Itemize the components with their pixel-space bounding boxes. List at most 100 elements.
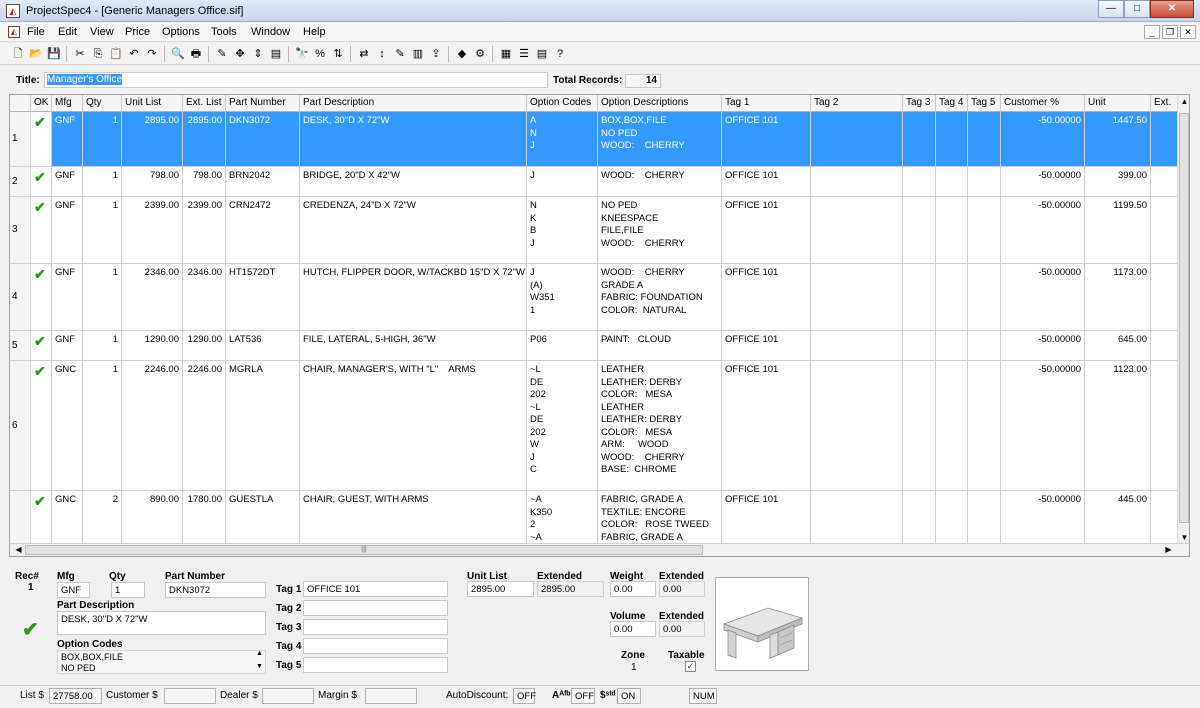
cell-cust[interactable]: -50.00000 bbox=[1001, 491, 1085, 550]
cell-qty[interactable]: 1 bbox=[83, 112, 122, 166]
export-icon[interactable]: ⇪ bbox=[428, 46, 444, 62]
undo-icon[interactable]: ↶ bbox=[126, 46, 142, 62]
cell-tag3[interactable] bbox=[903, 491, 936, 550]
cell-unit[interactable]: 445.00 bbox=[1085, 491, 1151, 550]
column-header[interactable]: Tag 3 bbox=[903, 95, 936, 112]
column-header[interactable]: Tag 4 bbox=[936, 95, 968, 112]
cell-cust[interactable]: -50.00000 bbox=[1001, 331, 1085, 360]
cell-tag1[interactable]: OFFICE 101 bbox=[722, 197, 811, 263]
cell-desc[interactable]: BRIDGE, 20"D X 42"W bbox=[300, 167, 527, 196]
open-folder-icon[interactable]: 📂 bbox=[28, 46, 44, 62]
cell-codes[interactable]: J bbox=[527, 167, 598, 196]
cell-ext-list[interactable]: 1780.00 bbox=[183, 491, 226, 550]
cell-part[interactable]: MGRLA bbox=[226, 361, 300, 490]
cell-ext[interactable] bbox=[1151, 361, 1179, 490]
cell-qty[interactable]: 1 bbox=[83, 331, 122, 360]
column-header[interactable]: Customer % bbox=[1001, 95, 1085, 112]
cell-desc[interactable]: CREDENZA, 24"D X 72"W bbox=[300, 197, 527, 263]
ok-cell[interactable]: ✔ bbox=[31, 361, 52, 490]
cell-qty[interactable]: 1 bbox=[83, 264, 122, 330]
row-selector[interactable]: 5 bbox=[10, 331, 31, 360]
tag5-field[interactable] bbox=[303, 657, 448, 673]
menu-edit[interactable]: Edit bbox=[58, 26, 77, 38]
part-description-field[interactable]: DESK, 30"D X 72"W bbox=[57, 611, 266, 635]
column-header[interactable]: Ext. bbox=[1151, 95, 1179, 112]
cell-tag4[interactable] bbox=[936, 264, 968, 330]
column-header[interactable]: Mfg bbox=[52, 95, 83, 112]
tag4-field[interactable] bbox=[303, 638, 448, 654]
ok-cell[interactable]: ✔ bbox=[31, 197, 52, 263]
close-button[interactable]: ✕ bbox=[1150, 0, 1194, 18]
qty-field[interactable]: 1 bbox=[111, 582, 145, 598]
cell-unit-list[interactable]: 890.00 bbox=[122, 491, 183, 550]
column-header[interactable]: Tag 5 bbox=[968, 95, 1001, 112]
cell-tag5[interactable] bbox=[968, 361, 1001, 490]
cell-opts[interactable]: PAINT: CLOUD bbox=[598, 331, 722, 360]
cell-codes[interactable]: J (A) W351 1 bbox=[527, 264, 598, 330]
cell-cust[interactable]: -50.00000 bbox=[1001, 361, 1085, 490]
scroll-right-icon[interactable]: ▶ bbox=[1162, 544, 1175, 556]
table-row[interactable]: 2 ✔ GNF 1 798.00 798.00 BRN2042 BRIDGE, 20"D X … bbox=[10, 167, 1179, 197]
cell-ext-list[interactable]: 798.00 bbox=[183, 167, 226, 196]
cell-opts[interactable]: WOOD: CHERRY bbox=[598, 167, 722, 196]
cell-codes[interactable]: ~A K350 2 ~A bbox=[527, 491, 598, 550]
table-row[interactable]: 3 ✔ GNF 1 2399.00 2399.00 CRN2472 CREDENZA, 24"… bbox=[10, 197, 1179, 264]
cell-ext-list[interactable]: 2246.00 bbox=[183, 361, 226, 490]
cell-tag1[interactable]: OFFICE 101 bbox=[722, 167, 811, 196]
cell-qty[interactable]: 1 bbox=[83, 167, 122, 196]
column-header[interactable]: Option Descriptions bbox=[598, 95, 722, 112]
row-selector[interactable]: 4 bbox=[10, 264, 31, 330]
cell-tag4[interactable] bbox=[936, 331, 968, 360]
unit-list-field[interactable]: 2895.00 bbox=[467, 581, 534, 597]
tag3-field[interactable] bbox=[303, 619, 448, 635]
horizontal-scroll-thumb[interactable]: ||| bbox=[25, 545, 703, 555]
find-icon[interactable]: 🔭 bbox=[294, 46, 310, 62]
table-row[interactable]: 1 ✔ GNF 1 2895.00 2895.00 DKN3072 DESK, 30"D X … bbox=[10, 112, 1179, 167]
records-grid[interactable]: OK Mfg Qty Unit List Ext. List Part Number Par… bbox=[9, 94, 1190, 557]
image-icon[interactable]: ▦ bbox=[498, 46, 514, 62]
cell-tag3[interactable] bbox=[903, 331, 936, 360]
cell-qty[interactable]: 2 bbox=[83, 491, 122, 550]
menu-options[interactable]: Options bbox=[162, 26, 200, 38]
cell-ext-list[interactable]: 2399.00 bbox=[183, 197, 226, 263]
cell-tag3[interactable] bbox=[903, 361, 936, 490]
cell-part[interactable]: HT1572DT bbox=[226, 264, 300, 330]
cell-tag3[interactable] bbox=[903, 264, 936, 330]
cell-part[interactable]: LAT536 bbox=[226, 331, 300, 360]
column-header[interactable]: Tag 2 bbox=[811, 95, 903, 112]
menu-help[interactable]: Help bbox=[303, 26, 326, 38]
cell-tag2[interactable] bbox=[811, 331, 903, 360]
cell-unit[interactable]: 399.00 bbox=[1085, 167, 1151, 196]
memo-scroll-up-icon[interactable]: ▲ bbox=[256, 650, 263, 657]
cell-tag2[interactable] bbox=[811, 361, 903, 490]
cell-cust[interactable]: -50.00000 bbox=[1001, 167, 1085, 196]
ok-cell[interactable]: ✔ bbox=[31, 491, 52, 550]
column-header[interactable]: Part Number bbox=[226, 95, 300, 112]
document-icon[interactable]: ◭ bbox=[8, 26, 20, 38]
menu-price[interactable]: Price bbox=[125, 26, 150, 38]
column-header[interactable]: Option Codes bbox=[527, 95, 598, 112]
cell-tag1[interactable]: OFFICE 101 bbox=[722, 112, 811, 166]
ok-cell[interactable]: ✔ bbox=[31, 331, 52, 360]
cell-cust[interactable]: -50.00000 bbox=[1001, 112, 1085, 166]
maximize-button[interactable]: □ bbox=[1124, 0, 1150, 18]
cell-tag2[interactable] bbox=[811, 167, 903, 196]
cell-tag4[interactable] bbox=[936, 197, 968, 263]
cell-mfg[interactable]: GNF bbox=[52, 197, 83, 263]
cell-mfg[interactable]: GNF bbox=[52, 264, 83, 330]
cell-tag4[interactable] bbox=[936, 112, 968, 166]
percent-icon[interactable]: % bbox=[312, 46, 328, 62]
cell-part[interactable]: CRN2472 bbox=[226, 197, 300, 263]
cell-unit-list[interactable]: 2346.00 bbox=[122, 264, 183, 330]
ok-cell[interactable]: ✔ bbox=[31, 264, 52, 330]
menu-window[interactable]: Window bbox=[251, 26, 290, 38]
scroll-left-icon[interactable]: ◀ bbox=[12, 544, 25, 556]
mdi-minimize-button[interactable]: _ bbox=[1144, 25, 1160, 39]
column-header[interactable]: Unit List bbox=[122, 95, 183, 112]
mfg-field[interactable]: GNF bbox=[57, 582, 90, 598]
new-file-icon[interactable]: 🗋 bbox=[10, 46, 26, 62]
cell-tag5[interactable] bbox=[968, 197, 1001, 263]
save-icon[interactable]: 💾 bbox=[46, 46, 62, 62]
column-header[interactable] bbox=[10, 95, 31, 112]
print-preview-icon[interactable]: 🔍 bbox=[170, 46, 186, 62]
